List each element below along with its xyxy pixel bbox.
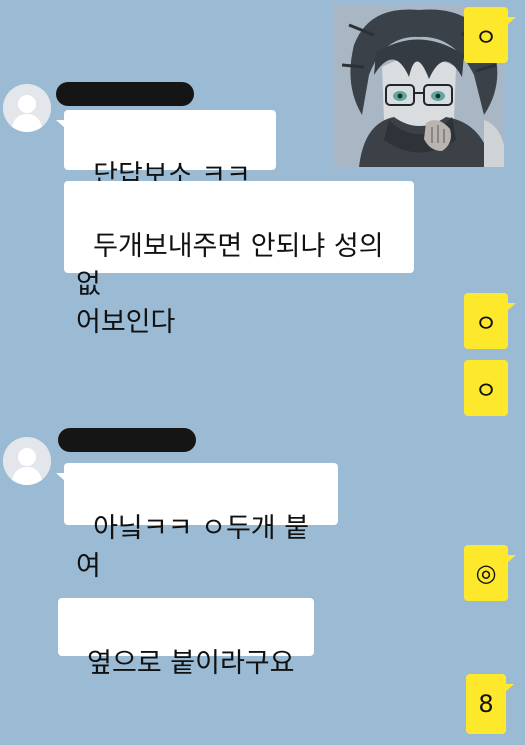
- reply-text: ◎: [475, 559, 497, 587]
- redacted-sender-name: [56, 82, 194, 106]
- message-text: 두개보내주면 안되냐 성의없 어보인다: [76, 231, 384, 338]
- message-text: 옆으로 붙이라구요: [87, 648, 295, 679]
- reply-bubble: ㅇ: [464, 360, 508, 416]
- message-bubble: 아닠ㅋㅋ ㅇ두개 붙여: [56, 463, 338, 582]
- reply-bubble: 8: [466, 674, 514, 734]
- message-text: 아닠ㅋㅋ ㅇ두개 붙여: [76, 513, 310, 582]
- reply-text: ㅇ: [474, 309, 498, 338]
- message-bubble: 두개보내주면 안되냐 성의없 어보인다: [64, 181, 414, 338]
- message-bubble: 옆으로 붙이라구요: [58, 598, 314, 679]
- redacted-sender-name: [58, 428, 196, 452]
- avatar[interactable]: [3, 84, 51, 132]
- reply-bubble: ㅇ: [464, 7, 516, 63]
- default-profile-icon: [3, 84, 51, 132]
- avatar[interactable]: [3, 437, 51, 485]
- default-profile-icon: [3, 437, 51, 485]
- reply-text: ㅇ: [474, 376, 498, 405]
- message-bubble: 단답보소 ㅋㅋㅋ: [56, 110, 276, 229]
- reply-text: ㅇ: [474, 23, 498, 52]
- reply-bubble: ◎: [464, 545, 516, 601]
- reply-bubble: ㅇ: [464, 293, 516, 349]
- reply-text: 8: [478, 690, 494, 718]
